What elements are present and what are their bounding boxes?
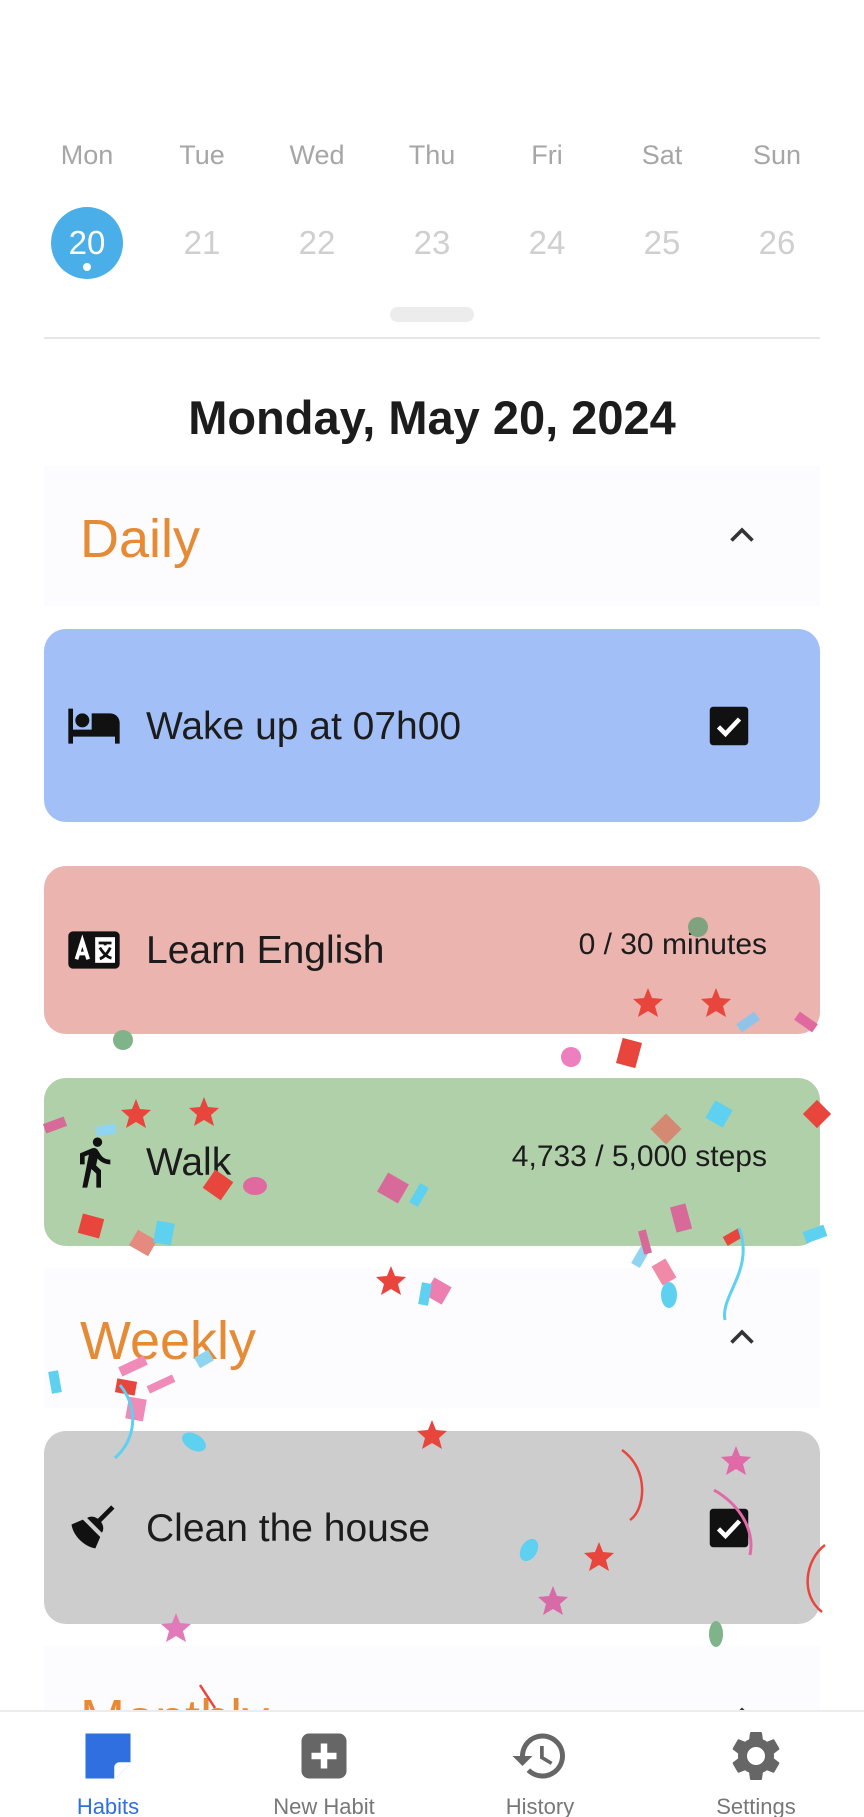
weekday-label: Thu [408,140,456,170]
add-box-icon [301,1733,347,1779]
nav-label: Settings [716,1794,796,1817]
translate-icon [68,931,120,969]
date-number: 26 [758,224,796,261]
habit-card-walk[interactable]: Walk 4,733 / 5,000 steps [44,1078,820,1246]
nav-label: New Habit [273,1794,375,1817]
habit-card-wake[interactable]: Wake up at 07h00 [44,629,820,822]
nav-label: History [505,1794,575,1817]
section-title: Weekly [80,1311,257,1371]
weekday-label: Fri [531,140,563,170]
date-cell[interactable]: 24 [504,207,590,279]
sticky-note-icon [85,1733,131,1779]
broom-icon [71,1505,115,1549]
habit-progress: 4,733 / 5,000 steps [511,1140,767,1173]
habit-label: Wake up at 07h00 [146,705,462,748]
habit-label: Learn English [146,929,385,972]
chevron-up-icon[interactable] [724,518,760,554]
section-header-daily[interactable]: Daily [44,466,820,606]
habit-label: Clean the house [146,1507,431,1550]
page-title: Monday, May 20, 2024 [188,391,676,444]
habit-card-english[interactable]: Learn English 0 / 30 minutes [44,866,820,1034]
weekday-label: Sun [752,140,802,170]
chevron-up-icon[interactable] [724,1320,760,1356]
date-cell[interactable]: 22 [274,207,360,279]
date-number: 24 [528,224,566,261]
confetti-piece [615,1037,643,1069]
walk-icon [80,1137,111,1188]
date-number: 20 [68,224,106,261]
weekday-label: Sat [641,140,683,170]
confetti-piece [709,1621,723,1647]
nav-tab-new-habit[interactable]: New Habit [216,1712,432,1817]
weekday-label: Wed [289,140,345,170]
habit-progress: 0 / 30 minutes [578,928,767,961]
date-cell[interactable]: 26 [734,207,820,279]
date-cell[interactable]: 25 [619,207,705,279]
habit-label: Walk [146,1141,232,1184]
weekday-row: Mon Tue Wed Thu Fri Sat Sun [44,140,820,171]
bottom-navigation: Habits New Habit History Settings [0,1710,864,1817]
date-number: 25 [643,224,681,261]
weekday-label: Tue [179,140,225,170]
checkbox-checked-icon[interactable] [708,1507,750,1549]
date-cell-selected[interactable]: 20 [44,207,130,279]
nav-label: Habits [76,1794,140,1817]
section-header-weekly[interactable]: Weekly [44,1268,820,1408]
nav-tab-history[interactable]: History [432,1712,648,1817]
nav-tab-settings[interactable]: Settings [648,1712,864,1817]
gear-icon [732,1731,780,1780]
date-number: 23 [413,224,451,261]
weekday-label: Mon [60,140,114,170]
confetti-piece [631,1243,651,1269]
bed-icon [68,708,120,744]
date-number: 22 [298,224,336,261]
drag-handle[interactable] [390,307,474,322]
date-row: 20 21 22 23 24 25 26 [44,207,820,279]
checkbox-checked-icon[interactable] [708,705,750,747]
habit-card-clean[interactable]: Clean the house [44,1431,820,1624]
week-selector: Mon Tue Wed Thu Fri Sat Sun 20 21 22 23 … [44,140,820,279]
date-cell[interactable]: 21 [159,207,245,279]
nav-tab-habits[interactable]: Habits [0,1712,216,1817]
confetti-piece [561,1047,581,1067]
today-dot [83,263,91,271]
date-cell[interactable]: 23 [389,207,475,279]
divider [44,337,820,339]
date-number: 21 [183,224,221,261]
section-title: Daily [80,509,201,569]
history-icon [512,1733,565,1779]
